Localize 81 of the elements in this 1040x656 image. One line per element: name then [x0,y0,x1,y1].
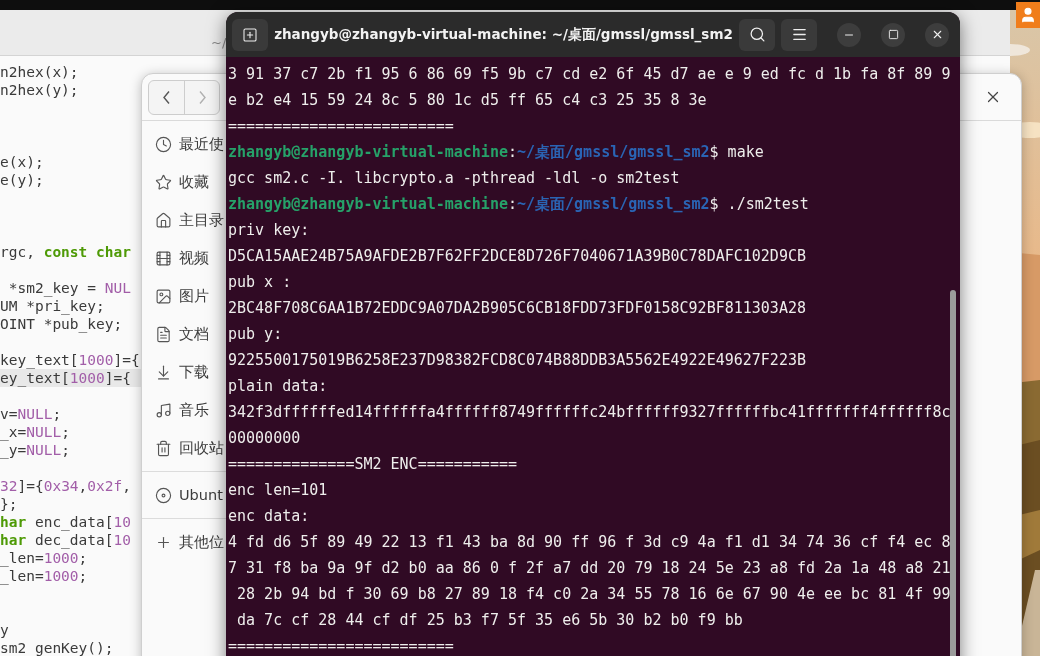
output-line: enc data: [228,506,310,527]
code-line: 32]={0x34,0x2f, [0,477,132,495]
output-line: gcc sm2.c -I. libcrypto.a -pthread -ldl -o sm2test [228,168,680,189]
new-tab-button[interactable] [232,18,268,51]
output-line: e b2 e4 15 59 24 8c 5 80 1c d5 ff 65 c4 c3 25 35 8 3e [228,90,707,111]
code-line: n2hex(y); [0,81,80,99]
code-line: e(x); [0,153,45,171]
output-line: 28 2b 94 bd f 30 69 b8 27 89 18 f4 c0 2a 34 55 78 16 6e 67 90 4e ee bc 81 4f 99 [236,584,951,605]
code-line: e(y); [0,171,45,189]
chevron-right-icon [198,90,206,104]
output-line: 00000000 [228,428,301,449]
menu-button[interactable] [781,18,817,51]
sidebar-item[interactable]: 主目录 [142,201,226,239]
film-icon [155,249,172,267]
download-icon [155,363,172,381]
sidebar-item[interactable]: 视频 [142,239,226,277]
code-line: sm2_genKey(); [0,639,115,656]
output-line: priv key: [228,220,310,241]
sidebar-item[interactable]: 音乐 [142,391,226,429]
code-line: har dec_data[10 [0,531,132,549]
output-line: ==============SM2 ENC=========== [228,454,517,475]
code-line: v=NULL; [0,405,63,423]
search-icon [748,26,766,43]
code-line: _len=1000; [0,549,89,567]
clock-icon [155,135,172,153]
code-line: _len=1000; [0,567,89,585]
code-line: key_text[1000]={ [0,351,141,369]
sidebar-item[interactable]: 文档 [142,315,226,353]
output-line: 3 91 37 c7 2b f1 95 6 86 69 f5 9b c7 cd e2 6f 45 d7 ae e 9 ed fc d 1b fa 8f 89 9 [228,64,951,85]
maximize-button[interactable] [881,22,905,47]
close-button[interactable] [925,22,949,47]
output-line: 342f3dffffffed14ffffffa4ffffff8749ffffffc24bffffff9327ffffffbc41fffffff4ffffff8c [228,402,951,423]
code-line: UM *pri_key; [0,297,106,315]
code-line: }; [0,495,19,513]
house-icon [155,211,172,229]
output-line: da 7c cf 28 44 cf df 25 b3 f7 5f 35 e6 5b 30 b2 b0 f9 bb [236,610,743,631]
output-line: D5CA15AAE24B75A9AFDE2B7F62FF2DCE8D726F7040671A39B0C78DAFC102D9CB [228,246,806,267]
sidebar-item[interactable]: 其他位 [142,523,226,561]
code-line: _y=NULL; [0,441,71,459]
output-line: 7 31 f8 ba 9a 9f d2 b0 aa 86 0 f 2f a7 dd 20 79 18 24 5e 23 a8 fd 2a 1a 48 a8 21 [228,558,951,579]
plus-square-icon [242,26,258,43]
person-icon [1019,6,1037,24]
output-line: enc len=101 [228,480,328,501]
image-icon [155,287,172,305]
output-line: 2BC48F708C6AA1B72EDDC9A07DA2B905C6CB18FDD73FDF0158C92BF811303A28 [228,298,806,319]
document-icon [155,325,172,343]
prompt-line: zhangyb@zhangyb-virtual-machine:~/桌面/gmssl/gmssl_sm2$ ./sm2test [228,194,809,215]
output-line: ========================= [228,116,454,137]
menu-icon [790,26,808,43]
prompt-line: zhangyb@zhangyb-virtual-machine:~/桌面/gmssl/gmssl_sm2$ make [228,142,764,163]
output-line: pub x : [228,272,292,293]
sidebar-item[interactable]: 图片 [142,277,226,315]
code-line: *sm2_key = NUL [7,279,132,297]
star-icon [155,173,172,191]
output-line: 4 fd d6 5f 89 49 22 13 f1 43 ba 8d 90 ff 96 f 3d c9 4a f1 d1 34 74 36 cf f4 ec 8 [228,532,951,553]
disc-icon [155,486,172,504]
scrollbar[interactable] [950,290,956,656]
code-line: _x=NULL; [0,423,71,441]
sidebar-item[interactable]: Ubunt [142,476,226,514]
code-line: OINT *pub_key; [0,315,124,333]
trash-icon [155,439,172,457]
code-line: har enc_data[10 [0,513,132,531]
sidebar-item[interactable]: 回收站 [142,429,226,467]
output-line: plain data: [228,376,328,397]
output-line: ========================= [228,636,454,656]
window-title: ~/ [211,35,227,50]
chevron-left-icon [163,90,170,104]
code-line: n2hex(x); [0,63,80,81]
maximize-icon [887,29,899,40]
window-title: zhangyb@zhangyb-virtual-machine: ~/桌面/gmssl/gmssl_sm2 [274,25,733,44]
sidebar-item[interactable]: 最近使 [142,125,226,163]
code-line: y [0,621,10,639]
output-line: pub y: [228,324,283,345]
sidebar-item[interactable]: 收藏 [142,163,226,201]
output-line: 9225500175019B6258E237D98382FCD8C074B88DDB3A5562E4922E49627F223B [228,350,806,371]
user-icon[interactable] [1016,2,1040,28]
sidebar-item[interactable]: 下载 [142,353,226,391]
code-line: rgc, const char [0,243,132,261]
music-icon [155,401,172,419]
search-button[interactable] [739,18,775,51]
minimize-button[interactable] [837,22,861,47]
